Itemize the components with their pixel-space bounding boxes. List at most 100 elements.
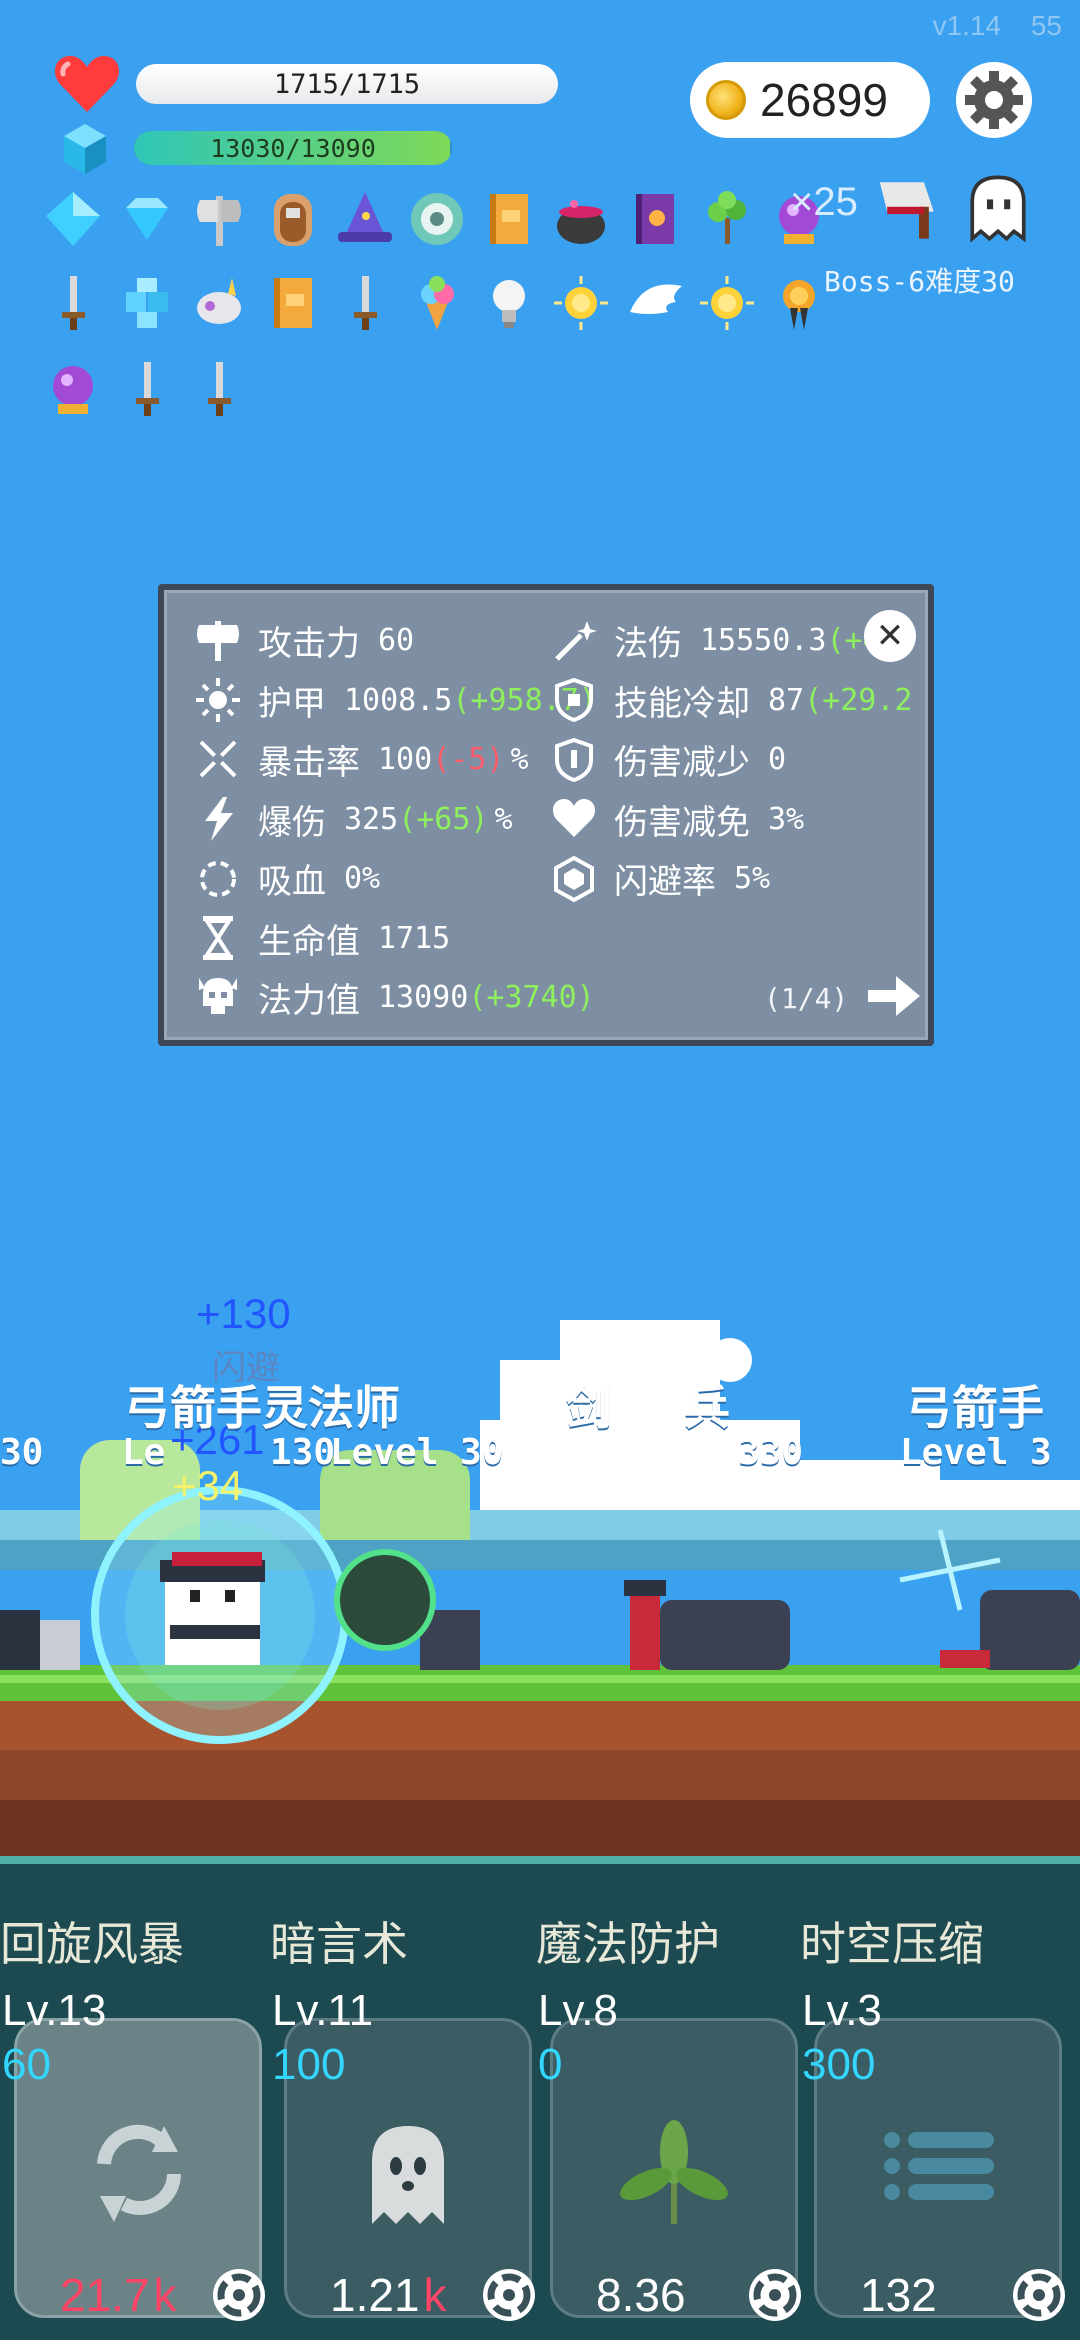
- stat-unit: %: [494, 801, 513, 837]
- lightning-icon: [194, 795, 242, 843]
- skill-level: Lv.13: [2, 1986, 107, 2035]
- stat-label: 暴击率: [258, 743, 360, 783]
- stat-label: 吸血: [258, 862, 326, 902]
- close-icon: ✕: [875, 616, 905, 656]
- stat-row: 爆伤 325 (+65)%: [194, 795, 513, 844]
- unicorn-icon[interactable]: [188, 272, 250, 334]
- heal-number: +34: [172, 1462, 244, 1509]
- stats-panel: 攻击力 60 护甲 1008.5 (+958.7) 暴击率 100 (-5)% 爆伤 325 (+6…: [158, 584, 934, 1046]
- vortex-currency-icon: [749, 2269, 801, 2321]
- ring-icon: [194, 855, 242, 903]
- ice-blocks-icon[interactable]: [116, 272, 178, 334]
- hero-sprite: [160, 1552, 265, 1665]
- gold-counter[interactable]: 26899: [690, 62, 930, 138]
- enemy-name: 兵: [684, 1381, 730, 1435]
- enemy-level-fragment: Le: [122, 1432, 166, 1473]
- stat-value: 5%: [734, 861, 771, 896]
- close-button[interactable]: ✕: [864, 610, 916, 662]
- enemy-level: 30: [0, 1432, 44, 1473]
- stat-value: 87: [768, 682, 805, 718]
- diamond-icon[interactable]: [42, 188, 104, 250]
- orange-book-icon[interactable]: [478, 188, 540, 250]
- stat-bonus: (+3740): [468, 980, 595, 1015]
- stat-value: 1008.5: [344, 682, 453, 718]
- skill-mana-cost: 100: [272, 2040, 346, 2089]
- sword-icon[interactable]: [188, 358, 250, 420]
- purple-book-icon[interactable]: [624, 188, 686, 250]
- stat-row: 护甲 1008.5 (+958.7): [194, 676, 597, 725]
- stat-row: 技能冷却 87 (+29.2: [550, 676, 913, 725]
- vortex-currency-icon: [1013, 2269, 1065, 2321]
- skull-icon: [194, 974, 242, 1022]
- enemy-archer: [940, 1590, 1080, 1670]
- stat-bonus: (+29.2: [804, 682, 913, 718]
- boss-difficulty-label: Boss-6难度30: [824, 265, 1015, 298]
- price-unit: k: [153, 2269, 177, 2321]
- sword-icon[interactable]: [334, 272, 396, 334]
- sword-icon[interactable]: [116, 358, 178, 420]
- skill-upgrade-price[interactable]: 8.36: [596, 2268, 690, 2322]
- stat-value: 325: [344, 801, 399, 837]
- stat-row: 伤害减免 3%: [550, 795, 804, 844]
- wing-icon[interactable]: [624, 272, 686, 334]
- skill-mana-cost: 300: [802, 2040, 876, 2089]
- stat-unit: %: [510, 742, 529, 777]
- version-text: v1.14: [932, 10, 1002, 41]
- coin-icon: [706, 80, 746, 120]
- sword-icon[interactable]: [42, 272, 104, 334]
- round-shield-icon[interactable]: [406, 188, 468, 250]
- settings-button[interactable]: [956, 62, 1032, 138]
- price-value: 1.21: [330, 2269, 420, 2321]
- mana-crystal-icon: [64, 124, 106, 174]
- skill-upgrade-price[interactable]: 1.21 k: [330, 2268, 447, 2322]
- heart-icon: [550, 795, 598, 843]
- stat-row: 吸血 0%: [194, 854, 380, 903]
- enemy-knight: [624, 1580, 790, 1670]
- stat-label: 法伤: [614, 624, 682, 664]
- ghost-icon[interactable]: [960, 170, 1036, 246]
- stat-label: 法力值: [258, 981, 360, 1021]
- wizard-hat-icon[interactable]: [334, 188, 396, 250]
- gear-icon: [965, 71, 1023, 129]
- next-page-arrow-icon[interactable]: [864, 970, 924, 1022]
- stat-row: 法伤 15550.3 (+47: [550, 616, 899, 665]
- orange-book-icon[interactable]: [262, 272, 324, 334]
- cauldron-icon[interactable]: [550, 188, 612, 250]
- skill-name: 魔法防护: [536, 1917, 720, 1971]
- stat-label: 伤害减少: [614, 743, 750, 783]
- lightbulb-icon[interactable]: [478, 272, 540, 334]
- skill-mana-cost: 60: [2, 2040, 51, 2089]
- sun-icon: [194, 676, 242, 724]
- stat-value: 3%: [768, 801, 805, 837]
- skill-upgrade-price[interactable]: 132: [860, 2268, 941, 2322]
- enemy-level: Level 3: [900, 1432, 1052, 1473]
- hourglass-icon: [194, 914, 242, 962]
- sapling-icon[interactable]: [696, 188, 758, 250]
- axe-icon[interactable]: [188, 188, 250, 250]
- enemy-name: 弓箭手灵法师: [124, 1381, 400, 1435]
- stat-row: 暴击率 100 (-5)%: [194, 735, 529, 784]
- vortex-currency-icon: [483, 2269, 535, 2321]
- skill-level: Lv.3: [802, 1986, 882, 2035]
- skill-bar: 回旋风暴 Lv.13 60 21.7 k 暗言术 Lv.11 100 1.21 k 魔法防护 Lv.8…: [0, 1856, 1080, 2340]
- stat-label: 伤害减免: [614, 802, 750, 843]
- damage-number: +130: [196, 1290, 291, 1337]
- gold-star-icon[interactable]: [550, 272, 612, 334]
- blue-gem-icon[interactable]: [116, 188, 178, 250]
- stat-row: 闪避率 5%: [550, 854, 770, 903]
- skill-name: 回旋风暴: [0, 1917, 184, 1971]
- skill-name: 暗言术: [270, 1917, 408, 1971]
- mp-bar: 13030/13090: [134, 131, 452, 165]
- page-indicator: (1/4): [764, 982, 849, 1015]
- stat-value: 13090: [378, 980, 469, 1015]
- medal-icon[interactable]: [768, 272, 830, 334]
- wooden-door-icon[interactable]: [262, 188, 324, 250]
- axe-icon: [194, 617, 242, 665]
- list-icon: [884, 2132, 994, 2200]
- cleaver-icon[interactable]: [870, 170, 946, 246]
- stat-label: 生命值: [258, 921, 360, 962]
- ice-cream-icon[interactable]: [406, 272, 468, 334]
- skill-upgrade-price[interactable]: 21.7 k: [60, 2268, 177, 2322]
- gold-star-icon[interactable]: [696, 272, 758, 334]
- crystal-ball-icon[interactable]: [42, 358, 104, 420]
